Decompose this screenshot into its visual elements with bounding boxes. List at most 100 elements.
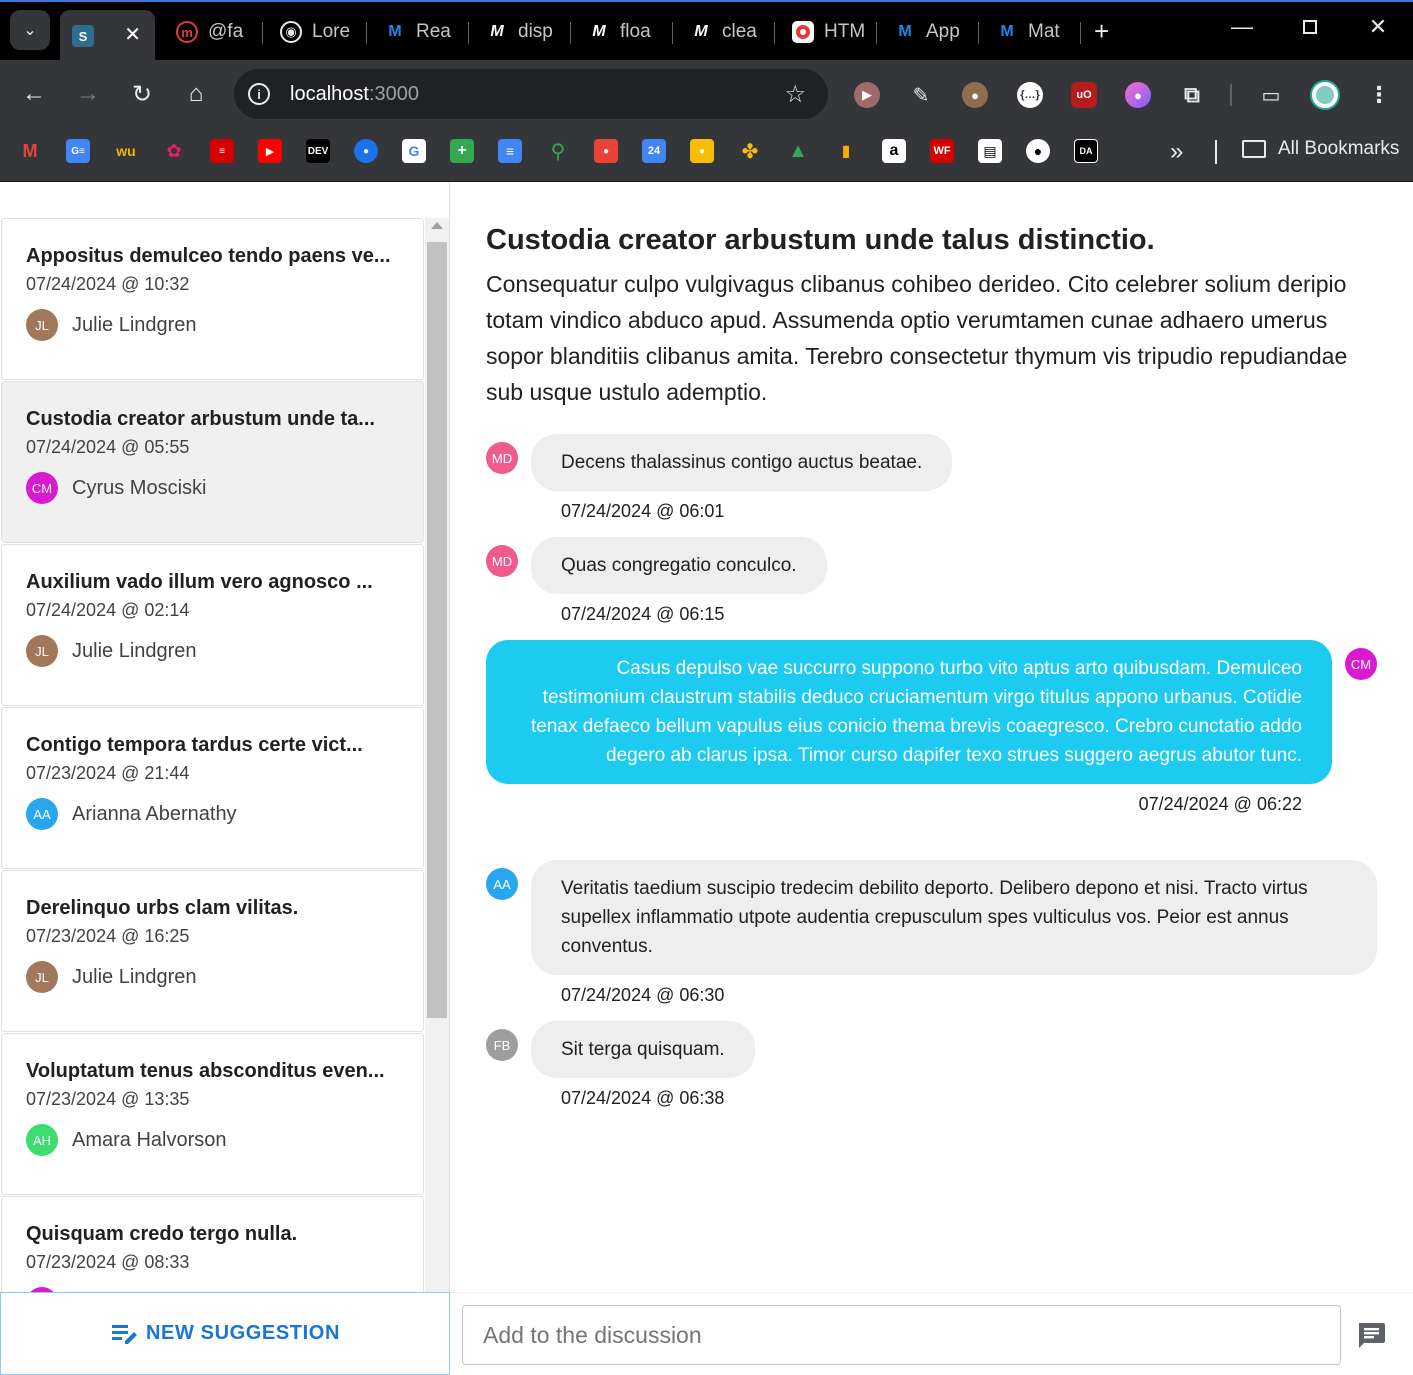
new-suggestion-button[interactable]: NEW SUGGESTION xyxy=(0,1292,450,1375)
suggestion-card[interactable]: Contigo tempora tardus certe vict... 07/… xyxy=(1,707,424,869)
keep-icon[interactable]: ● xyxy=(690,139,714,163)
reload-button[interactable]: ↻ xyxy=(128,80,156,108)
tab-search-button[interactable]: ⌄ xyxy=(10,10,50,50)
url-host: localhost xyxy=(290,82,369,105)
amazon-icon[interactable]: a xyxy=(882,139,906,163)
sidebar-scrollbar[interactable] xyxy=(425,218,449,1292)
tab-active[interactable]: S ✕ xyxy=(60,10,155,62)
suggestion-card[interactable]: Voluptatum tenus absconditus even... 07/… xyxy=(1,1033,424,1195)
suggestion-date: 07/23/2024 @ 08:33 xyxy=(26,1252,190,1272)
suggestion-title: Contigo tempora tardus certe vict... xyxy=(26,734,363,756)
cast-icon[interactable]: ▭ xyxy=(1258,82,1284,108)
suggestion-date: 07/23/2024 @ 16:25 xyxy=(26,926,190,946)
suggestion-card[interactable]: Auxilium vado illum vero agnosco ... 07/… xyxy=(1,544,424,706)
maps-icon[interactable]: ⚲ xyxy=(546,139,570,163)
suggestion-author: CM Cyrus Mosciski xyxy=(26,472,399,504)
tab-divider xyxy=(876,22,877,44)
author-name: Julie Lindgren xyxy=(72,639,197,662)
wf-icon[interactable]: WF xyxy=(930,139,954,163)
suggestion-title: Quisquam credo tergo nulla. xyxy=(26,1223,298,1245)
extension-play-icon[interactable]: ▶ xyxy=(854,82,880,108)
bookmark-red-icon[interactable]: ≡ xyxy=(210,139,234,163)
tab-divider xyxy=(774,22,775,44)
tab-item[interactable]: M clea xyxy=(678,10,774,54)
all-bookmarks-button[interactable]: All Bookmarks xyxy=(1242,138,1399,160)
youtube-icon[interactable]: ▶ xyxy=(258,139,282,163)
puzzle-icon[interactable]: ⧉ xyxy=(1179,82,1205,108)
suggestion-list: Appositus demulceo tendo paens ve... 07/… xyxy=(0,218,425,1292)
avatar: MD xyxy=(486,545,518,577)
edit-note-icon xyxy=(112,1324,138,1344)
tab-item[interactable]: M disp xyxy=(474,10,570,54)
forward-button[interactable]: → xyxy=(74,80,102,108)
docs-icon[interactable]: ≡ xyxy=(498,139,522,163)
avatar[interactable] xyxy=(1310,80,1340,110)
toolbar-divider xyxy=(1230,84,1232,106)
suggestion-card-selected[interactable]: Custodia creator arbustum unde ta... 07/… xyxy=(1,381,424,543)
eyedropper-icon[interactable]: ✎ xyxy=(908,82,934,108)
dazn-icon[interactable]: DA xyxy=(1074,139,1098,163)
avatar: CM xyxy=(26,472,58,504)
tab-item[interactable]: ◉ Lore xyxy=(268,10,364,54)
topic-title: Custodia creator arbustum unde talus dis… xyxy=(486,224,1155,256)
analytics-icon[interactable]: ▮ xyxy=(834,139,858,163)
location-pin-icon[interactable]: ● xyxy=(594,139,618,163)
home-button[interactable]: ⌂ xyxy=(182,80,210,108)
wu-icon[interactable]: wu xyxy=(114,139,138,163)
dev-icon[interactable]: DEV xyxy=(306,139,330,163)
google-icon[interactable]: G xyxy=(402,139,426,163)
all-bookmarks-label: All Bookmarks xyxy=(1278,138,1400,159)
minimize-button[interactable]: — xyxy=(1222,14,1262,40)
site-info-icon[interactable]: i xyxy=(248,83,270,105)
discussion-input[interactable] xyxy=(462,1305,1341,1365)
tab-item[interactable]: M App xyxy=(882,10,978,54)
photos-icon[interactable]: ✤ xyxy=(738,139,762,163)
translate-icon[interactable]: G≡ xyxy=(66,139,90,163)
suggestion-card[interactable]: Appositus demulceo tendo paens ve... 07/… xyxy=(1,218,424,380)
bookmarks-overflow-button[interactable]: » xyxy=(1170,138,1183,166)
github-icon[interactable]: ● xyxy=(1026,139,1050,163)
sheets-plus-icon[interactable]: + xyxy=(450,139,474,163)
gmail-icon[interactable]: M xyxy=(18,139,42,163)
close-icon[interactable]: ✕ xyxy=(124,22,141,47)
drive-icon[interactable]: ▲ xyxy=(786,139,810,163)
message: FB Sit terga quisquam. 07/24/2024 @ 06:3… xyxy=(486,1021,755,1109)
tab-divider xyxy=(468,22,469,44)
tab-label: clea xyxy=(722,21,757,42)
comment-send-icon[interactable] xyxy=(1356,1321,1386,1349)
tab-divider xyxy=(262,22,263,44)
message-bubble: Decens thalassinus contigo auctus beatae… xyxy=(531,434,953,491)
tab-item[interactable]: m @fa xyxy=(164,10,260,54)
suggestion-card[interactable]: Quisquam credo tergo nulla. 07/23/2024 @… xyxy=(1,1196,424,1292)
message-bubble: Sit terga quisquam. xyxy=(531,1021,755,1078)
star-icon[interactable]: ☆ xyxy=(784,80,806,109)
maximize-button[interactable] xyxy=(1290,14,1330,40)
window-close-button[interactable]: ✕ xyxy=(1358,14,1398,40)
scrollbar-thumb[interactable] xyxy=(427,242,447,1018)
suggestion-author: AA Arianna Abernathy xyxy=(26,798,399,830)
new-tab-button[interactable]: + xyxy=(1094,16,1109,47)
scroll-up-arrow-icon[interactable] xyxy=(431,222,443,229)
cookie-icon[interactable]: ● xyxy=(962,82,988,108)
tab-divider xyxy=(570,22,571,44)
tab-item[interactable]: M Rea xyxy=(372,10,468,54)
json-icon[interactable]: {…} xyxy=(1017,82,1043,108)
messages-icon[interactable]: ● xyxy=(354,139,378,163)
back-button[interactable]: ← xyxy=(20,80,48,108)
tab-item[interactable]: HTM xyxy=(780,10,876,54)
nbc-icon[interactable]: ✿ xyxy=(162,139,186,163)
calendar-icon[interactable]: 24 xyxy=(642,139,666,163)
author-name: Julie Lindgren xyxy=(72,313,197,336)
kebab-menu-icon[interactable]: ⋮ xyxy=(1366,82,1392,108)
ublock-icon[interactable]: uO xyxy=(1071,82,1097,108)
m-icon: M xyxy=(490,23,504,40)
suggestion-author: JL Julie Lindgren xyxy=(26,961,399,993)
tab-item[interactable]: M floa xyxy=(576,10,672,54)
bookmark-box-icon[interactable]: ▤ xyxy=(978,139,1002,163)
address-bar[interactable]: i localhost:3000 ☆ xyxy=(234,69,828,119)
tab-item[interactable]: M Mat xyxy=(984,10,1080,54)
folder-icon xyxy=(1242,140,1266,158)
extension-blob-icon[interactable]: ● xyxy=(1125,82,1151,108)
arrow-left-icon: ← xyxy=(22,80,46,107)
suggestion-card[interactable]: Derelinquo urbs clam vilitas. 07/23/2024… xyxy=(1,870,424,1032)
